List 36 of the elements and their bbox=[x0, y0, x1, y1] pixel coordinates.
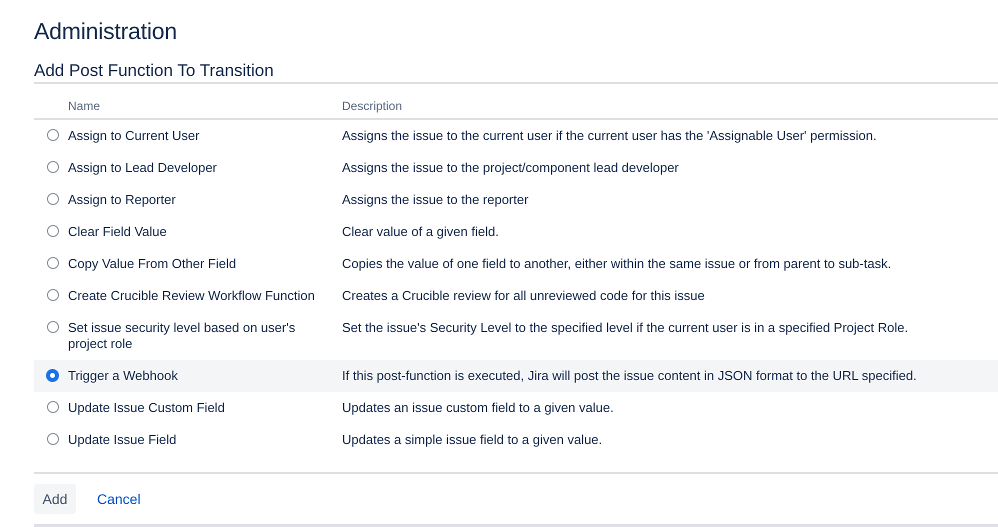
section-title: Add Post Function To Transition bbox=[34, 60, 275, 82]
radio-button[interactable] bbox=[46, 321, 58, 333]
radio-button[interactable] bbox=[46, 401, 58, 413]
function-description: Assigns the issue to the current user if the current user has the 'Assignable User' permission. bbox=[342, 128, 877, 143]
radio-button[interactable] bbox=[46, 289, 58, 301]
function-description: Assigns the issue to the project/component lead developer bbox=[342, 160, 679, 175]
radio-button[interactable] bbox=[46, 225, 58, 237]
function-description: Set the issue's Security Level to the specified level if the current user is in a specified Project Role. bbox=[342, 320, 908, 335]
function-name: Assign to Reporter bbox=[68, 192, 176, 207]
function-name: Clear Field Value bbox=[68, 224, 167, 239]
function-description: Creates a Crucible review for all unreviewed code for this issue bbox=[342, 288, 705, 303]
function-name: Create Crucible Review Workflow Function bbox=[68, 288, 315, 303]
function-name: Trigger a Webhook bbox=[68, 368, 178, 383]
cancel-link[interactable]: Cancel bbox=[86, 491, 152, 507]
page-title: Administration bbox=[34, 17, 178, 45]
function-description: Updates a simple issue field to a given value. bbox=[342, 432, 602, 447]
function-name: Update Issue Field bbox=[68, 432, 176, 447]
function-name: Assign to Lead Developer bbox=[68, 160, 217, 175]
function-description: Assigns the issue to the reporter bbox=[342, 192, 528, 207]
radio-button[interactable] bbox=[46, 193, 58, 205]
function-description: Updates an issue custom field to a given value. bbox=[342, 400, 614, 415]
radio-button[interactable] bbox=[46, 129, 58, 141]
column-header: Description bbox=[342, 99, 402, 113]
function-name: Copy Value From Other Field bbox=[68, 256, 236, 271]
function-name: Assign to Current User bbox=[68, 128, 200, 143]
radio-button[interactable] bbox=[46, 257, 58, 269]
radio-button[interactable] bbox=[46, 433, 58, 445]
function-name: Update Issue Custom Field bbox=[68, 400, 225, 415]
radio-button[interactable] bbox=[46, 161, 58, 173]
column-header: Name bbox=[68, 99, 100, 113]
radio-button[interactable] bbox=[46, 369, 59, 382]
function-description: Copies the value of one field to another, either within the same issue or from parent to sub-task. bbox=[342, 256, 892, 271]
add-button[interactable]: Add bbox=[34, 484, 76, 514]
function-name: Set issue security level based on user's project role bbox=[68, 320, 296, 351]
function-description: Clear value of a given field. bbox=[342, 224, 499, 239]
function-description: If this post-function is executed, Jira will post the issue content in JSON format to the URL specified. bbox=[342, 368, 917, 383]
